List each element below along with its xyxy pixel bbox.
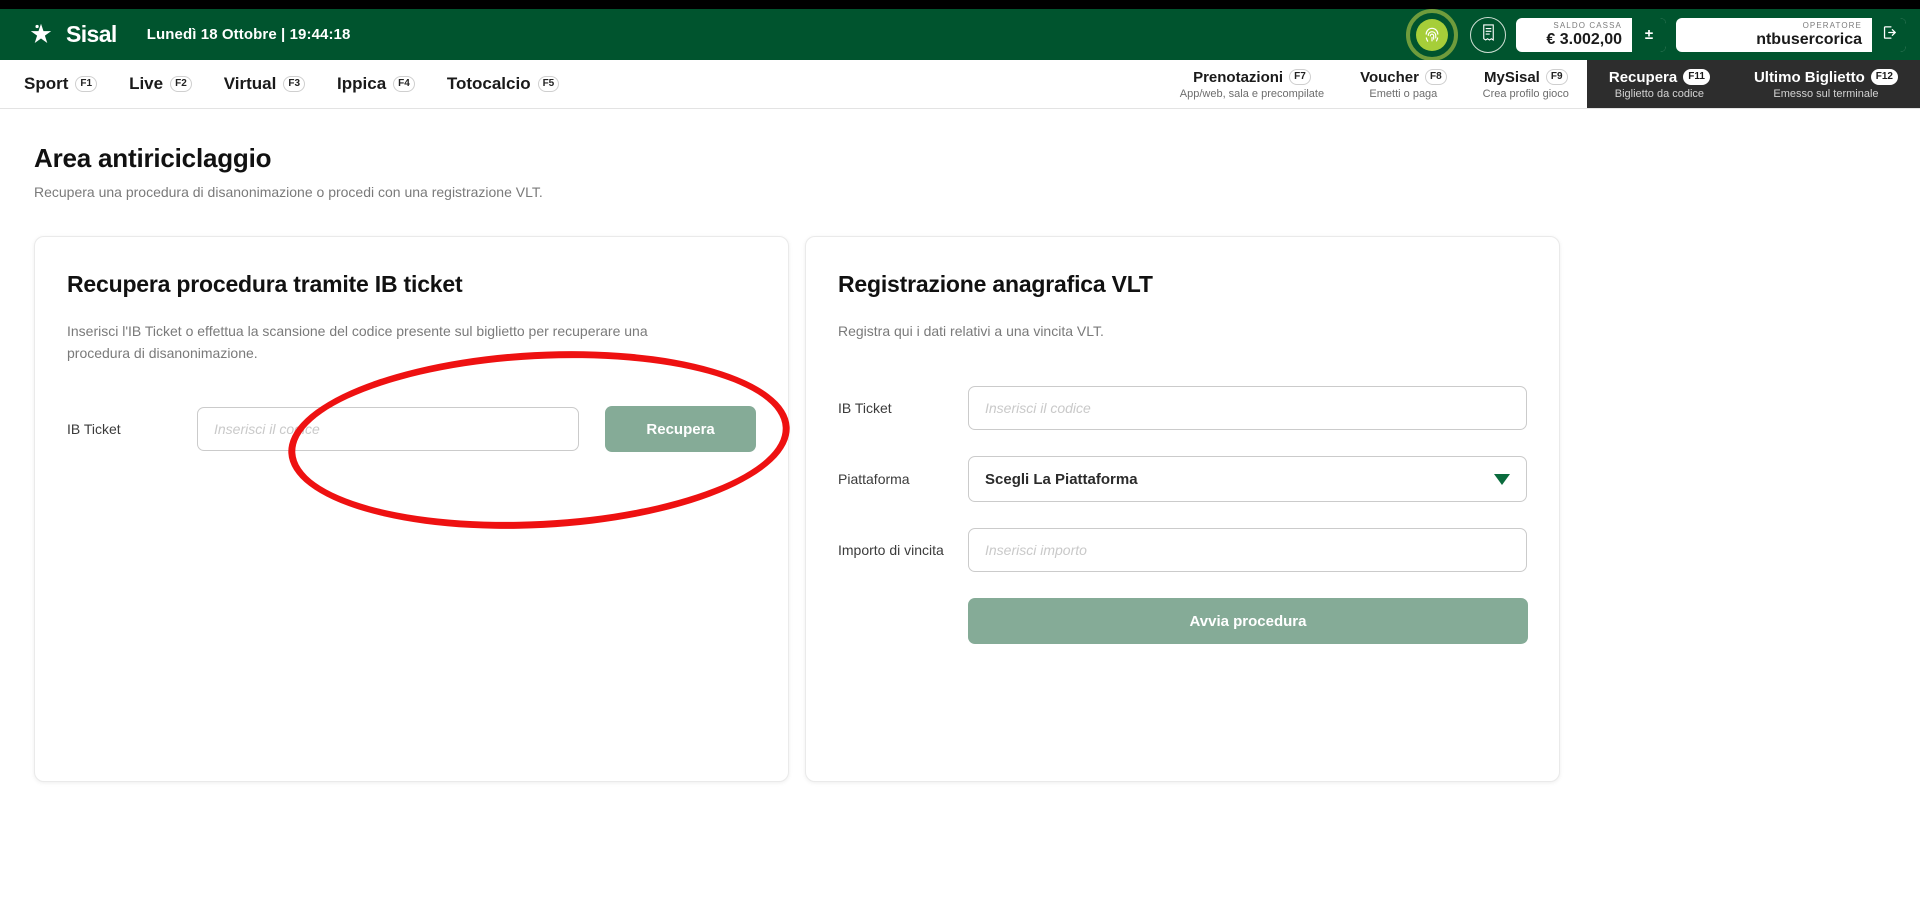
nav-sublabel: Biglietto da codice bbox=[1614, 87, 1705, 100]
fkey-badge: F5 bbox=[537, 76, 560, 92]
nav-label: Virtual bbox=[223, 74, 277, 93]
nav-label: Live bbox=[129, 74, 164, 93]
nav-label: Ultimo Biglietto bbox=[1753, 68, 1865, 86]
amount-input[interactable] bbox=[968, 528, 1527, 572]
nav-item-live[interactable]: Live F2 bbox=[115, 60, 206, 108]
nav-stack-top: Recupera F11 bbox=[1609, 69, 1710, 86]
card-title: Recupera procedura tramite IB ticket bbox=[67, 271, 463, 297]
card-description: Inserisci l'IB Ticket o effettua la scan… bbox=[67, 323, 648, 361]
fkey-badge: F9 bbox=[1545, 69, 1568, 85]
app-header: Sisal Lunedì 18 Ottobre | 19:44:18 SALDO… bbox=[0, 8, 1920, 61]
brand-logo[interactable]: Sisal Lunedì 18 Ottobre | 19:44:18 bbox=[0, 21, 350, 48]
nav-sublabel: App/web, sala e precompilate bbox=[1179, 87, 1325, 100]
nav-stack-top: Ultimo Biglietto F12 bbox=[1754, 69, 1898, 86]
nav-label: Sport bbox=[24, 74, 69, 93]
left-ib-ticket-row: IB Ticket Recupera bbox=[67, 406, 756, 452]
fkey-badge: F1 bbox=[75, 76, 98, 92]
amount-label: Importo di vincita bbox=[838, 541, 944, 558]
nav-label: MySisal bbox=[1483, 68, 1540, 86]
header-datetime: Lunedì 18 Ottobre | 19:44:18 bbox=[146, 26, 351, 43]
recupera-button[interactable]: Recupera bbox=[605, 406, 756, 452]
nav-item-voucher[interactable]: Voucher F8 Emetti o paga bbox=[1342, 60, 1465, 108]
nav-label: Recupera bbox=[1608, 68, 1678, 86]
page-title: Area antiriciclaggio bbox=[34, 143, 272, 173]
top-black-strip bbox=[0, 0, 1920, 9]
logout-button[interactable] bbox=[1872, 17, 1906, 52]
nav-item-mysisal[interactable]: MySisal F9 Crea profilo gioco bbox=[1465, 60, 1587, 108]
nav-label: Ippica bbox=[337, 74, 387, 93]
card-description: Registra qui i dati relativi a una vinci… bbox=[838, 323, 1104, 339]
nav-right-group: Prenotazioni F7 App/web, sala e precompi… bbox=[1162, 60, 1920, 108]
nav-left-group: Sport F1 Live F2 Virtual F3 Ippica F4 To… bbox=[0, 60, 573, 108]
fingerprint-icon bbox=[1416, 18, 1448, 51]
balance-body: SALDO CASSA € 3.002,00 bbox=[1516, 18, 1632, 52]
nav-item-sport[interactable]: Sport F1 bbox=[10, 60, 111, 108]
platform-select[interactable]: Scegli La Piattaforma bbox=[968, 456, 1527, 502]
nav-stack-top: Prenotazioni F7 bbox=[1193, 69, 1311, 86]
fkey-badge: F7 bbox=[1289, 69, 1311, 85]
fkey-badge: F2 bbox=[170, 76, 192, 92]
fkey-badge: F12 bbox=[1870, 69, 1898, 85]
nav-item-ippica[interactable]: Ippica F4 bbox=[323, 60, 429, 108]
receipt-button[interactable] bbox=[1470, 16, 1506, 53]
fingerprint-button[interactable] bbox=[1404, 8, 1460, 61]
nav-label: Voucher bbox=[1360, 68, 1419, 86]
app-window: Sisal Lunedì 18 Ottobre | 19:44:18 SALDO… bbox=[0, 0, 1920, 901]
avvia-procedura-button[interactable]: Avvia procedura bbox=[968, 598, 1528, 644]
nav-sublabel: Crea profilo gioco bbox=[1482, 87, 1569, 100]
cards-container: Recupera procedura tramite IB ticket Ins… bbox=[34, 236, 1920, 782]
fkey-badge: F3 bbox=[283, 76, 306, 92]
page-content: Area antiriciclaggio Recupera una proced… bbox=[0, 109, 1920, 901]
vlt-amount-row: Importo di vincita bbox=[838, 528, 1527, 572]
vlt-ib-ticket-row: IB Ticket bbox=[838, 386, 1527, 430]
card-registrazione-vlt: Registrazione anagrafica VLT Registra qu… bbox=[805, 236, 1560, 782]
fkey-badge: F11 bbox=[1683, 69, 1710, 85]
brand-name: Sisal bbox=[66, 21, 117, 47]
fkey-badge: F4 bbox=[393, 76, 415, 92]
nav-item-ultimo-biglietto[interactable]: Ultimo Biglietto F12 Emesso sul terminal… bbox=[1731, 60, 1920, 108]
nav-item-prenotazioni[interactable]: Prenotazioni F7 App/web, sala e precompi… bbox=[1162, 60, 1342, 108]
main-navbar: Sport F1 Live F2 Virtual F3 Ippica F4 To… bbox=[0, 60, 1920, 109]
receipt-icon bbox=[1479, 23, 1498, 47]
platform-selected-value: Scegli La Piattaforma bbox=[985, 470, 1138, 488]
operator-value: ntbusercorica bbox=[1756, 30, 1862, 48]
vlt-ib-ticket-input[interactable] bbox=[968, 386, 1527, 430]
nav-item-recupera[interactable]: Recupera F11 Biglietto da codice bbox=[1586, 60, 1732, 108]
header-right-group: SALDO CASSA € 3.002,00 ± OPERATORE ntbus… bbox=[1404, 8, 1920, 61]
page-subtitle: Recupera una procedura di disanonimazion… bbox=[34, 184, 543, 200]
balance-label: SALDO CASSA bbox=[1553, 20, 1622, 30]
balance-value: € 3.002,00 bbox=[1546, 30, 1622, 48]
nav-item-totocalcio[interactable]: Totocalcio F5 bbox=[433, 60, 573, 108]
operator-label: OPERATORE bbox=[1802, 20, 1862, 30]
nav-stack-top: MySisal F9 bbox=[1484, 69, 1568, 86]
chevron-down-icon bbox=[1494, 473, 1510, 485]
nav-item-virtual[interactable]: Virtual F3 bbox=[210, 60, 319, 108]
ib-ticket-label: IB Ticket bbox=[67, 420, 121, 437]
sisal-star-icon bbox=[28, 22, 54, 48]
logout-icon bbox=[1881, 24, 1898, 45]
card-title: Registrazione anagrafica VLT bbox=[838, 271, 1153, 297]
operator-pill[interactable]: OPERATORE ntbusercorica bbox=[1676, 17, 1906, 52]
balance-adjust-button[interactable]: ± bbox=[1632, 17, 1666, 52]
ib-ticket-label: IB Ticket bbox=[838, 399, 892, 416]
nav-stack-top: Voucher F8 bbox=[1360, 69, 1447, 86]
nav-sublabel: Emesso sul terminale bbox=[1773, 87, 1879, 100]
vlt-platform-row: Piattaforma Scegli La Piattaforma bbox=[838, 456, 1527, 502]
platform-label: Piattaforma bbox=[838, 470, 910, 487]
card-recupera-procedura: Recupera procedura tramite IB ticket Ins… bbox=[34, 236, 789, 782]
nav-label: Prenotazioni bbox=[1193, 68, 1284, 86]
ib-ticket-input[interactable] bbox=[197, 407, 580, 451]
nav-label: Totocalcio bbox=[446, 74, 531, 93]
fkey-badge: F8 bbox=[1424, 69, 1447, 85]
nav-sublabel: Emetti o paga bbox=[1369, 87, 1438, 100]
operator-body: OPERATORE ntbusercorica bbox=[1676, 18, 1872, 52]
balance-pill[interactable]: SALDO CASSA € 3.002,00 ± bbox=[1516, 17, 1666, 52]
